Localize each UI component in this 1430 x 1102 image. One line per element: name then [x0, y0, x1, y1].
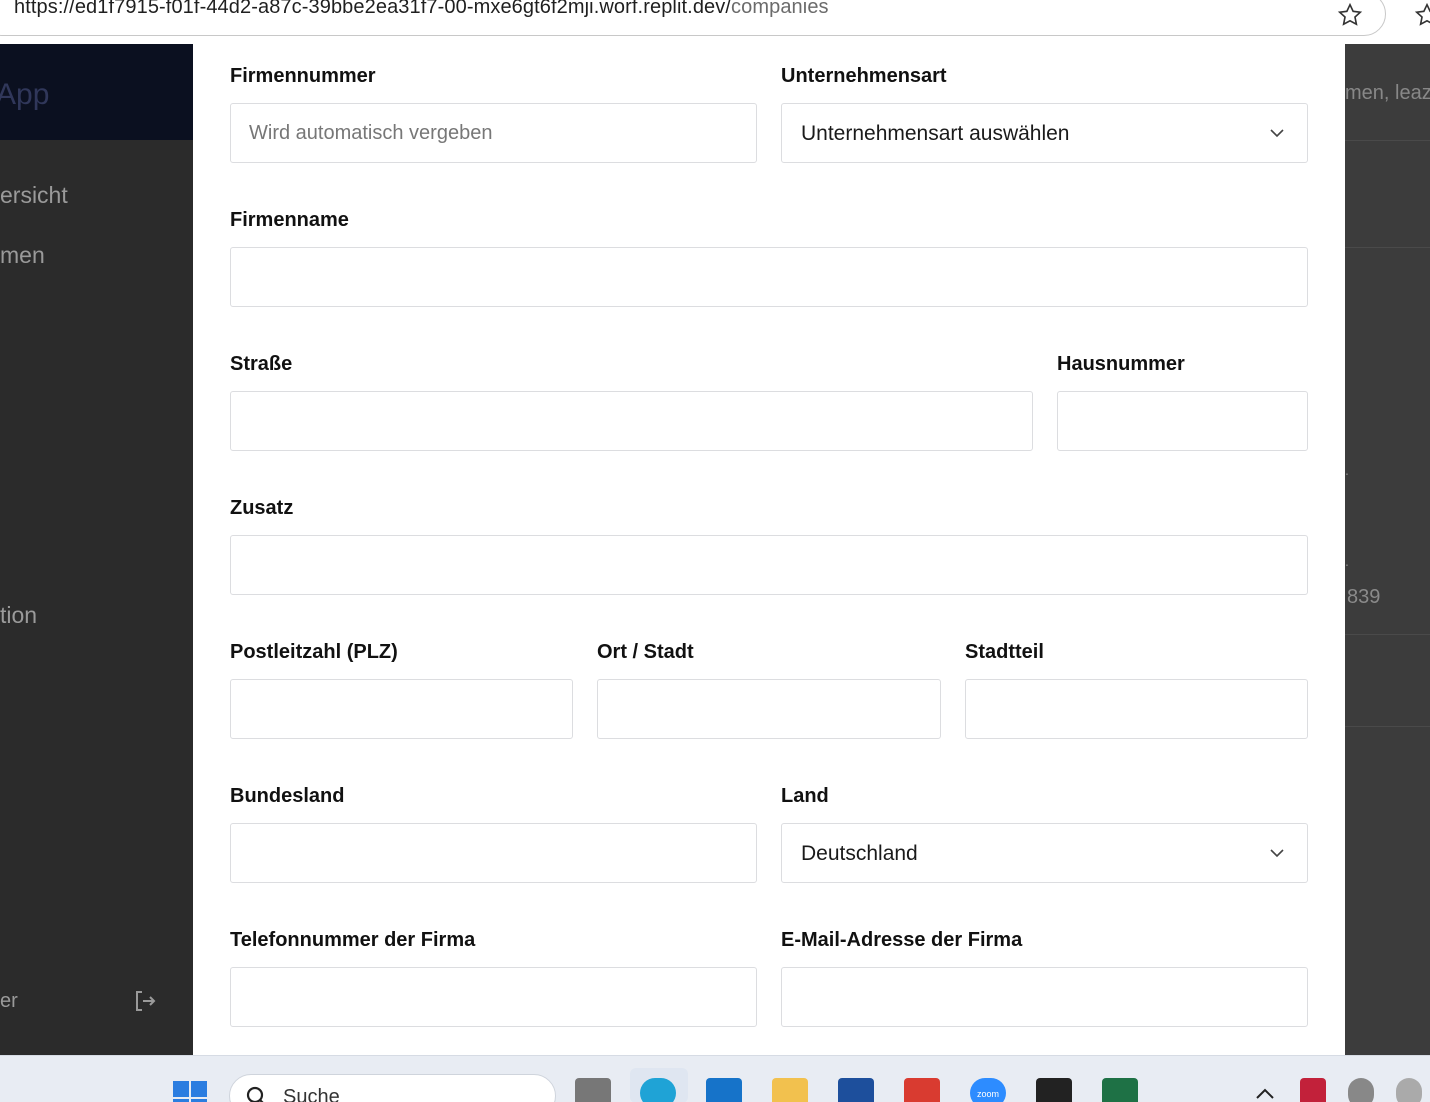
label-hausnummer: Hausnummer: [1057, 353, 1185, 375]
address-bar[interactable]: https://ed1f7915-f01f-44d2-a87c-39bbe2ea…: [0, 0, 1386, 36]
app-sidebar: App ersicht men tion er: [0, 44, 193, 1055]
strasse-field[interactable]: [230, 391, 1033, 451]
app-icon[interactable]: [838, 1078, 874, 1102]
browser-toolbar: https://ed1f7915-f01f-44d2-a87c-39bbe2ea…: [0, 0, 1430, 44]
taskbar-search[interactable]: Suche: [229, 1074, 556, 1102]
table-cell-number: 839: [1347, 586, 1381, 608]
table-cell: .: [1345, 553, 1349, 569]
url-text: https://ed1f7915-f01f-44d2-a87c-39bbe2ea…: [14, 0, 829, 18]
sidebar-header: App: [0, 44, 193, 140]
bundesland-field[interactable]: [230, 823, 757, 883]
label-unternehmensart: Unternehmensart: [781, 65, 947, 87]
label-plz: Postleitzahl (PLZ): [230, 641, 398, 663]
search-label: Suche: [283, 1086, 340, 1102]
zusatz-input[interactable]: [231, 536, 1307, 594]
mail-icon[interactable]: [904, 1078, 940, 1102]
taskbar: Suche zoom: [0, 1055, 1430, 1102]
strasse-input[interactable]: [231, 392, 1032, 450]
logout-icon[interactable]: [133, 989, 157, 1013]
windows-start-icon[interactable]: [172, 1080, 208, 1102]
label-land: Land: [781, 785, 829, 807]
label-email: E-Mail-Adresse der Firma: [781, 929, 1023, 951]
chevron-down-icon: [1270, 849, 1284, 858]
firmenname-field[interactable]: [230, 247, 1308, 307]
plz-input[interactable]: [231, 680, 572, 738]
label-telefon: Telefonnummer der Firma: [230, 929, 476, 951]
chevron-down-icon: [1270, 129, 1284, 138]
firmennummer-input[interactable]: [231, 104, 756, 162]
divider: [1345, 140, 1430, 141]
plz-field[interactable]: [230, 679, 573, 739]
edge-browser-icon[interactable]: [640, 1078, 676, 1102]
search-icon: [246, 1086, 264, 1102]
bundesland-input[interactable]: [231, 824, 756, 882]
table-cell: .: [1345, 462, 1349, 478]
hausnummer-input[interactable]: [1058, 392, 1307, 450]
ort-field[interactable]: [597, 679, 941, 739]
land-value: Deutschland: [801, 842, 918, 865]
tray-icon[interactable]: [1300, 1078, 1326, 1102]
land-select[interactable]: Deutschland: [781, 823, 1308, 883]
label-firmenname: Firmenname: [230, 209, 349, 231]
backdrop-main: men, leaz . . 839: [1345, 44, 1430, 1055]
email-field[interactable]: [781, 967, 1308, 1027]
zoom-icon[interactable]: zoom: [970, 1078, 1006, 1102]
label-ort: Ort / Stadt: [597, 641, 694, 663]
divider: [1345, 634, 1430, 635]
label-firmennummer: Firmennummer: [230, 65, 376, 87]
telefon-input[interactable]: [231, 968, 756, 1026]
store-icon[interactable]: [706, 1078, 742, 1102]
sidebar-item-companies[interactable]: men: [0, 242, 45, 269]
unternehmensart-select[interactable]: Unternehmensart auswählen: [781, 103, 1308, 163]
stadtteil-field[interactable]: [965, 679, 1308, 739]
firmennummer-field[interactable]: [230, 103, 757, 163]
task-view-icon[interactable]: [575, 1078, 611, 1102]
label-bundesland: Bundesland: [230, 785, 345, 807]
divider: [1345, 726, 1430, 727]
telefon-field[interactable]: [230, 967, 757, 1027]
favorites-icon[interactable]: [1414, 2, 1430, 28]
app-brand: App: [0, 78, 50, 111]
chevron-up-icon[interactable]: [1255, 1088, 1275, 1100]
stadtteil-input[interactable]: [966, 680, 1307, 738]
sidebar-item-overview[interactable]: ersicht: [0, 182, 68, 209]
app-icon[interactable]: [1036, 1078, 1072, 1102]
label-strasse: Straße: [230, 353, 293, 375]
divider: [1345, 247, 1430, 248]
firmenname-input[interactable]: [231, 248, 1307, 306]
email-input[interactable]: [782, 968, 1307, 1026]
sync-icon[interactable]: [1348, 1078, 1374, 1102]
favorite-star-icon[interactable]: [1337, 2, 1363, 28]
hausnummer-field[interactable]: [1057, 391, 1308, 451]
sidebar-item-configuration[interactable]: tion: [0, 602, 37, 629]
file-explorer-icon[interactable]: [772, 1078, 808, 1102]
header-user-text: men, leaz: [1345, 82, 1430, 104]
ort-input[interactable]: [598, 680, 940, 738]
label-stadtteil: Stadtteil: [965, 641, 1044, 663]
company-form-modal: Firmennummer Unternehmensart Unternehmen…: [193, 44, 1345, 1055]
excel-icon[interactable]: [1102, 1078, 1138, 1102]
sidebar-user: er: [0, 990, 18, 1012]
zusatz-field[interactable]: [230, 535, 1308, 595]
label-zusatz: Zusatz: [230, 497, 294, 519]
tray-icon[interactable]: [1396, 1078, 1422, 1102]
unternehmensart-value: Unternehmensart auswählen: [801, 122, 1070, 145]
